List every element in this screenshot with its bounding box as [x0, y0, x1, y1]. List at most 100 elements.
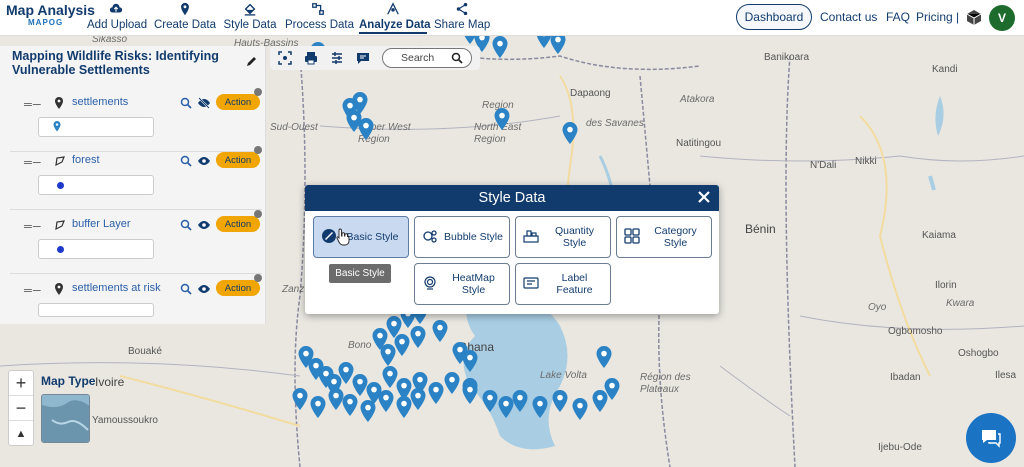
map-label-kandi: Kandi: [932, 64, 958, 75]
category-style-button[interactable]: Category Style: [616, 216, 712, 258]
settlement-marker-icon[interactable]: [292, 388, 308, 410]
layer-action-button[interactable]: Action: [216, 280, 260, 296]
settlement-marker-icon[interactable]: [428, 382, 444, 404]
layer-item-settlements[interactable]: ═ ─ settlements Action: [10, 88, 262, 152]
layer-action-button[interactable]: Action: [216, 216, 260, 232]
fit-extent-icon[interactable]: [278, 51, 292, 70]
layer-symbol-box[interactable]: [38, 303, 154, 317]
app-logo[interactable]: Map Analysis MAPOG: [6, 2, 95, 34]
label-feature-button[interactable]: Label Feature: [515, 263, 611, 305]
eye-hidden-icon[interactable]: [197, 96, 211, 114]
quantity-style-button[interactable]: Quantity Style: [515, 216, 611, 258]
settlement-marker-icon[interactable]: [444, 372, 460, 394]
settlement-marker-icon[interactable]: [462, 382, 478, 404]
layer-item-forest[interactable]: ═ ─ forest Action: [10, 146, 262, 210]
settlement-marker-icon[interactable]: [550, 36, 566, 54]
chat-widget-button[interactable]: [966, 413, 1016, 463]
button-label: Bubble Style: [444, 231, 503, 243]
layer-action-button[interactable]: Action: [216, 152, 260, 168]
user-avatar[interactable]: V: [989, 5, 1015, 31]
print-icon[interactable]: [304, 51, 318, 70]
faq-link[interactable]: FAQ: [886, 10, 910, 24]
layer-name: settlements: [72, 96, 129, 108]
bubble-style-button[interactable]: Bubble Style: [414, 216, 510, 258]
nav-create-data[interactable]: Create Data: [154, 2, 216, 34]
zoom-to-layer-icon[interactable]: [180, 154, 192, 172]
layer-item-settlements-at-risk[interactable]: ═ ─ settlements at risk Action: [10, 274, 262, 338]
eye-icon[interactable]: [197, 218, 211, 236]
nav-share-map[interactable]: Share Map: [434, 2, 490, 34]
layer-symbol-box[interactable]: [38, 239, 154, 259]
map-label-ogbomosho: Ogbomosho: [888, 326, 943, 337]
settlement-marker-icon[interactable]: [572, 398, 588, 420]
map-label-kwara: Kwara: [946, 298, 975, 309]
layer-options-dot[interactable]: [254, 146, 262, 154]
dashboard-button[interactable]: Dashboard: [736, 4, 812, 30]
comment-icon[interactable]: [356, 51, 370, 70]
zoom-to-layer-icon[interactable]: [180, 218, 192, 236]
settlement-marker-icon[interactable]: [358, 118, 374, 140]
zoom-to-layer-icon[interactable]: [180, 96, 192, 114]
hand-cursor-icon: [336, 228, 350, 251]
polygon-layer-icon: [54, 154, 66, 172]
layer-options-dot[interactable]: [254, 210, 262, 218]
settlement-marker-icon[interactable]: [342, 394, 358, 416]
map-label-oyo: Oyo: [868, 302, 887, 313]
basic-style-icon: [321, 228, 337, 247]
nav-add-upload[interactable]: Add Upload: [87, 2, 147, 34]
settlement-marker-icon[interactable]: [378, 390, 394, 412]
edit-title-pencil-icon[interactable]: [246, 54, 258, 72]
settlement-marker-icon[interactable]: [562, 122, 578, 144]
settlement-marker-icon[interactable]: [604, 378, 620, 400]
map-label-lake-volta: Lake Volta: [540, 370, 587, 381]
drag-handle-icon[interactable]: ═ ─: [24, 221, 41, 233]
zoom-in-button[interactable]: +: [9, 371, 33, 396]
heatmap-style-button[interactable]: HeatMap Style: [414, 263, 510, 305]
layer-symbol-box[interactable]: [38, 175, 154, 195]
settlement-marker-icon[interactable]: [596, 346, 612, 368]
layer-action-button[interactable]: Action: [216, 94, 260, 110]
settlement-marker-icon[interactable]: [492, 36, 508, 58]
point-layer-icon: [54, 96, 64, 114]
settlement-marker-icon[interactable]: [432, 320, 448, 342]
zoom-to-layer-icon[interactable]: [180, 282, 192, 300]
measure-icon[interactable]: [330, 51, 344, 70]
settlement-marker-icon[interactable]: [512, 390, 528, 412]
settlement-marker-icon[interactable]: [410, 388, 426, 410]
basic-style-button[interactable]: Basic Style: [313, 216, 409, 258]
settlement-marker-icon[interactable]: [462, 350, 478, 372]
layer-options-dot[interactable]: [254, 274, 262, 282]
nav-process-data[interactable]: Process Data: [285, 2, 354, 34]
north-arrow-button[interactable]: ▲: [9, 421, 33, 446]
settlement-marker-icon[interactable]: [494, 108, 510, 130]
button-label: Quantity Style: [554, 225, 595, 249]
drag-handle-icon[interactable]: ═ ─: [24, 99, 41, 111]
layer-item-buffer[interactable]: ═ ─ buffer Layer Action: [10, 210, 262, 274]
contact-us-link[interactable]: Contact us: [820, 10, 877, 24]
settlement-marker-icon[interactable]: [552, 390, 568, 412]
map-label-oshogbo: Oshogbo: [958, 348, 999, 359]
eye-icon[interactable]: [197, 154, 211, 172]
modal-header: Style Data: [305, 185, 719, 211]
settlement-marker-icon[interactable]: [410, 326, 426, 348]
drag-handle-icon[interactable]: ═ ─: [24, 285, 41, 297]
layer-symbol-box[interactable]: [38, 117, 154, 137]
map-type-thumbnail[interactable]: [41, 394, 90, 443]
map-toolbar: Search: [270, 46, 480, 70]
eye-icon[interactable]: [197, 282, 211, 300]
close-icon[interactable]: [695, 187, 713, 207]
settlement-marker-icon[interactable]: [482, 390, 498, 412]
nav-style-data[interactable]: Style Data: [223, 2, 277, 34]
map-search-button[interactable]: Search: [382, 48, 472, 68]
settlement-marker-icon[interactable]: [532, 396, 548, 418]
zoom-out-button[interactable]: −: [9, 396, 33, 421]
settlement-marker-icon[interactable]: [394, 334, 410, 356]
layer-options-dot[interactable]: [254, 88, 262, 96]
nav-analyze-data[interactable]: Analyze Data: [359, 2, 431, 34]
drag-handle-icon[interactable]: ═ ─: [24, 157, 41, 169]
cube-icon[interactable]: [966, 9, 982, 31]
settlement-marker-icon[interactable]: [360, 400, 376, 422]
pricing-link[interactable]: Pricing |: [916, 10, 959, 24]
settlement-marker-icon[interactable]: [310, 396, 326, 418]
share-icon: [434, 2, 490, 18]
